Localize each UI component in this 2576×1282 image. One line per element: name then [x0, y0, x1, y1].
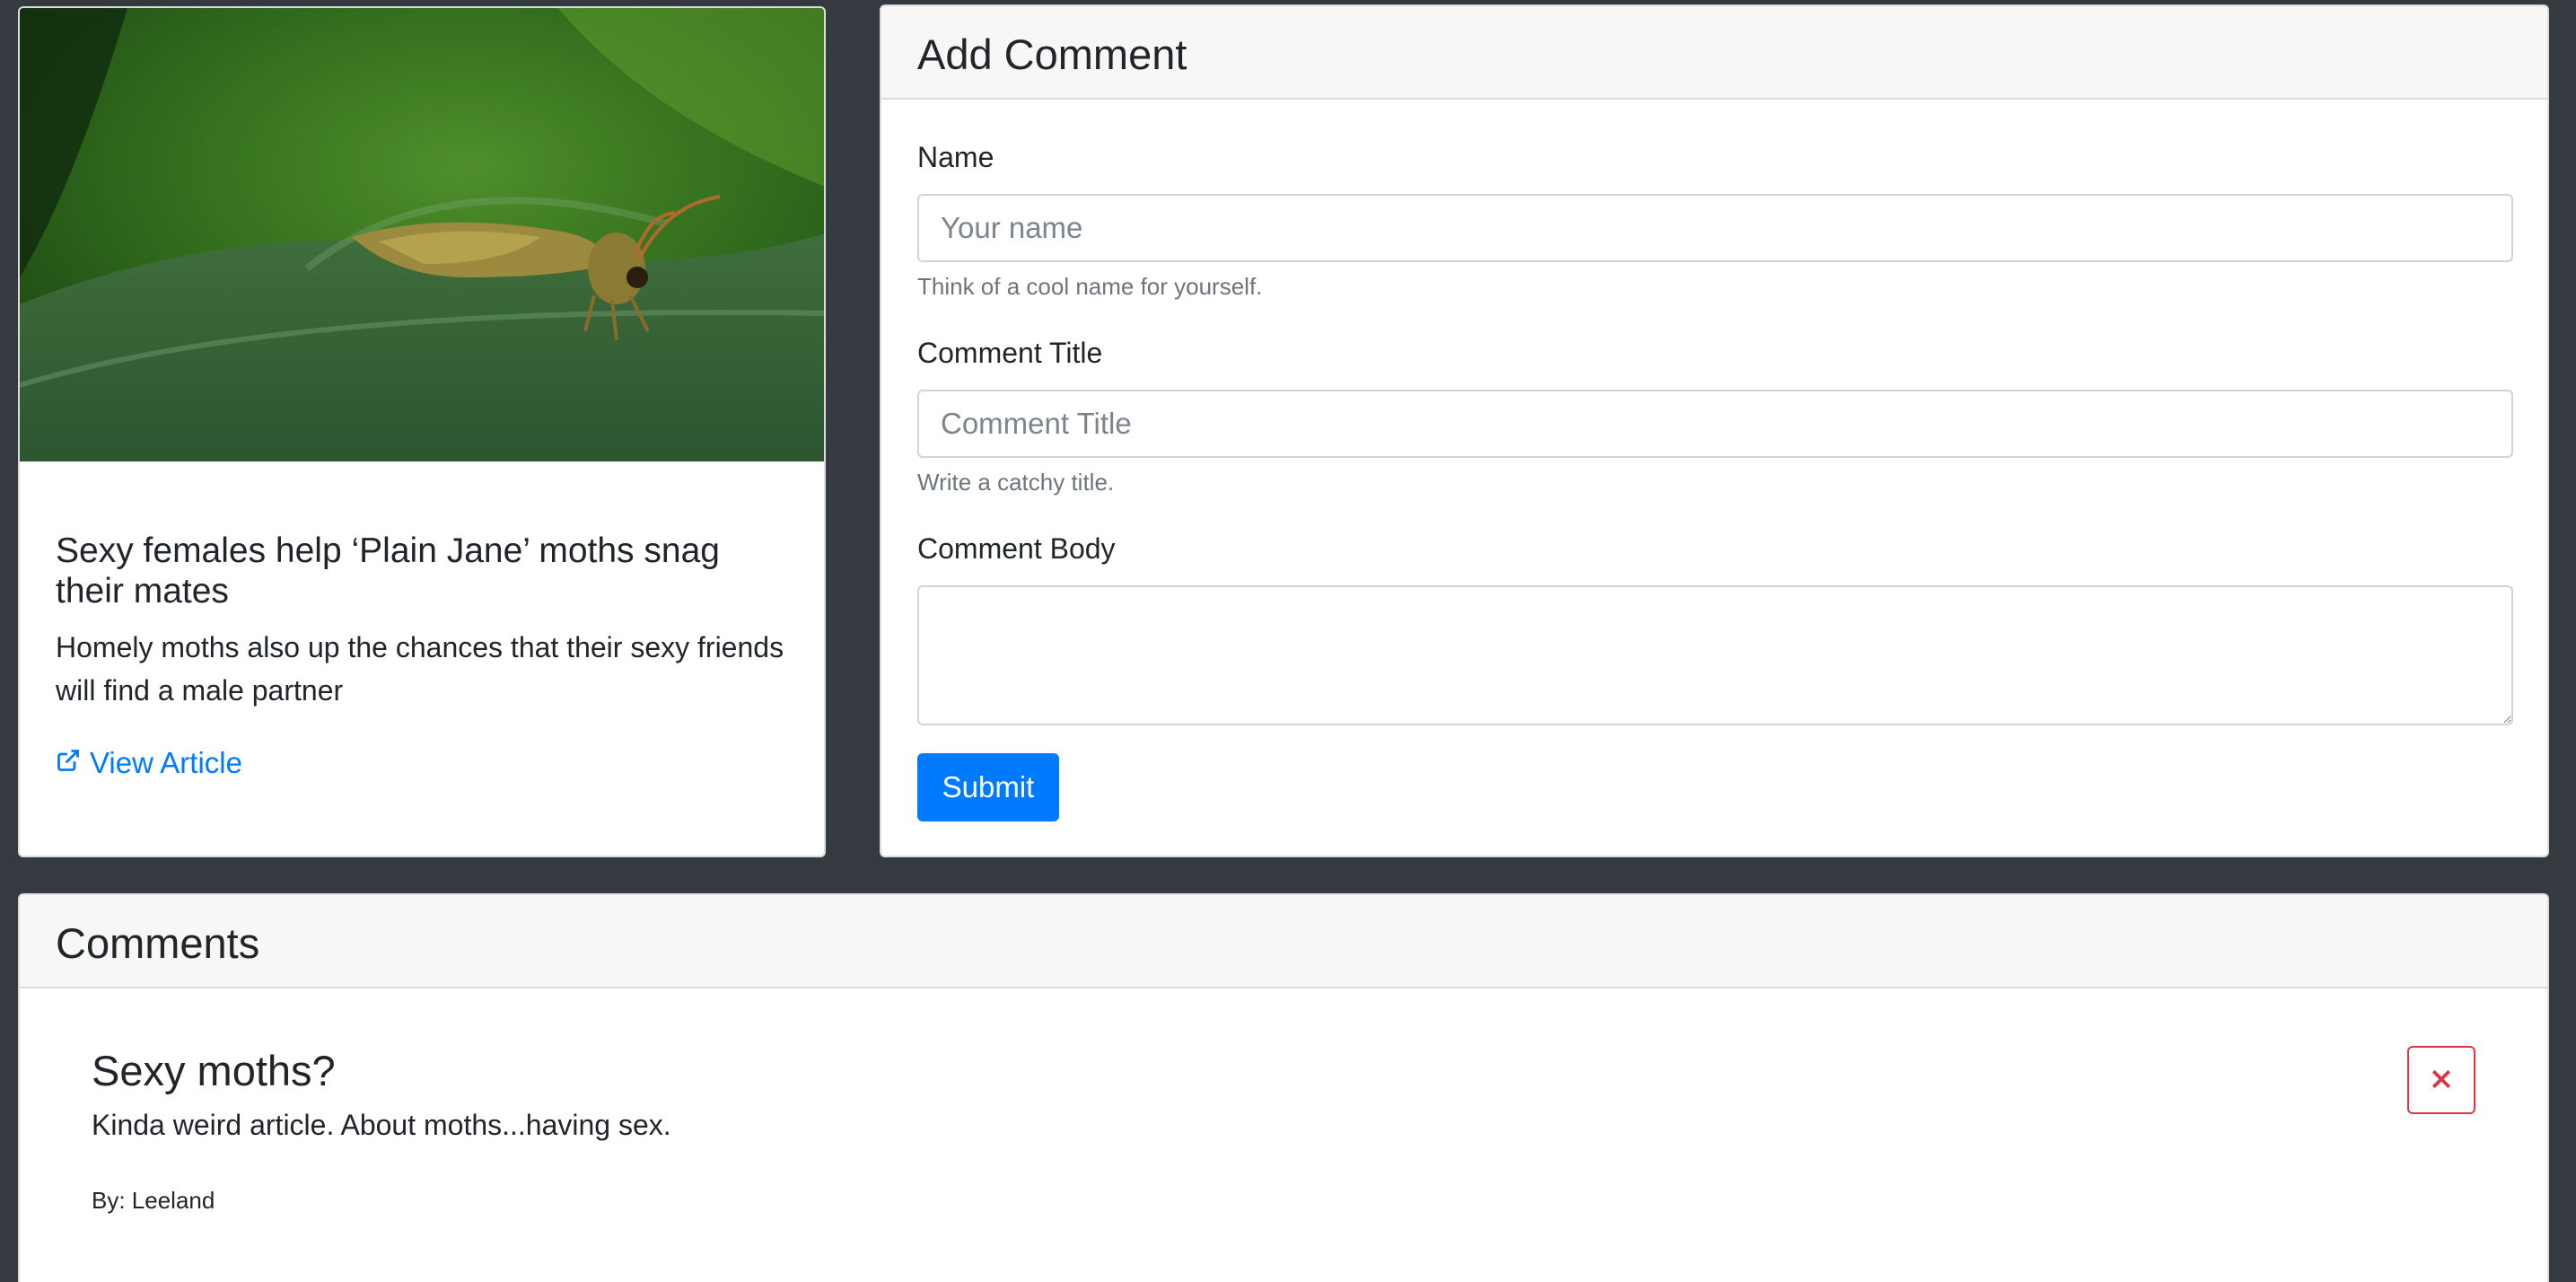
view-article-label: View Article [90, 746, 242, 779]
comments-header: Comments [20, 895, 2547, 988]
article-title: Sexy females help ‘Plain Jane’ moths sna… [56, 531, 720, 610]
name-label: Name [917, 141, 994, 173]
view-article-link[interactable]: View Article [56, 746, 242, 780]
comment-title-label: Comment Title [917, 337, 1103, 369]
external-link-icon [56, 746, 81, 780]
comments-card: Comments Sexy moths? Kinda weird article… [18, 893, 2549, 1282]
article-card: Sexy females help ‘Plain Jane’ moths sna… [18, 6, 826, 857]
comments-title: Comments [56, 919, 260, 967]
comment-body: Kinda weird article. About moths...havin… [92, 1109, 671, 1141]
comment-author: By: Leeland [92, 1187, 215, 1215]
comment-body-textarea[interactable] [917, 585, 2513, 725]
comment-title-input[interactable] [917, 390, 2513, 458]
comment-author-name: Leeland [131, 1187, 215, 1214]
submit-button[interactable]: Submit [917, 753, 1059, 821]
name-input[interactable] [917, 194, 2513, 262]
delete-comment-button[interactable] [2407, 1046, 2475, 1114]
article-summary: Homely moths also up the chances that th… [56, 631, 784, 707]
add-comment-header: Add Comment [881, 6, 2547, 100]
add-comment-title: Add Comment [917, 31, 1187, 78]
comment-author-prefix: By: [92, 1187, 132, 1214]
comment-title: Sexy moths? [92, 1047, 336, 1094]
comment-body-label: Comment Body [917, 532, 1116, 565]
comment-title-help-text: Write a catchy title. [917, 469, 1115, 496]
close-icon [2428, 1066, 2455, 1095]
name-help-text: Think of a cool name for yourself. [917, 273, 1263, 300]
article-image [20, 8, 824, 461]
add-comment-card: Add Comment Name Think of a cool name fo… [880, 4, 2549, 857]
